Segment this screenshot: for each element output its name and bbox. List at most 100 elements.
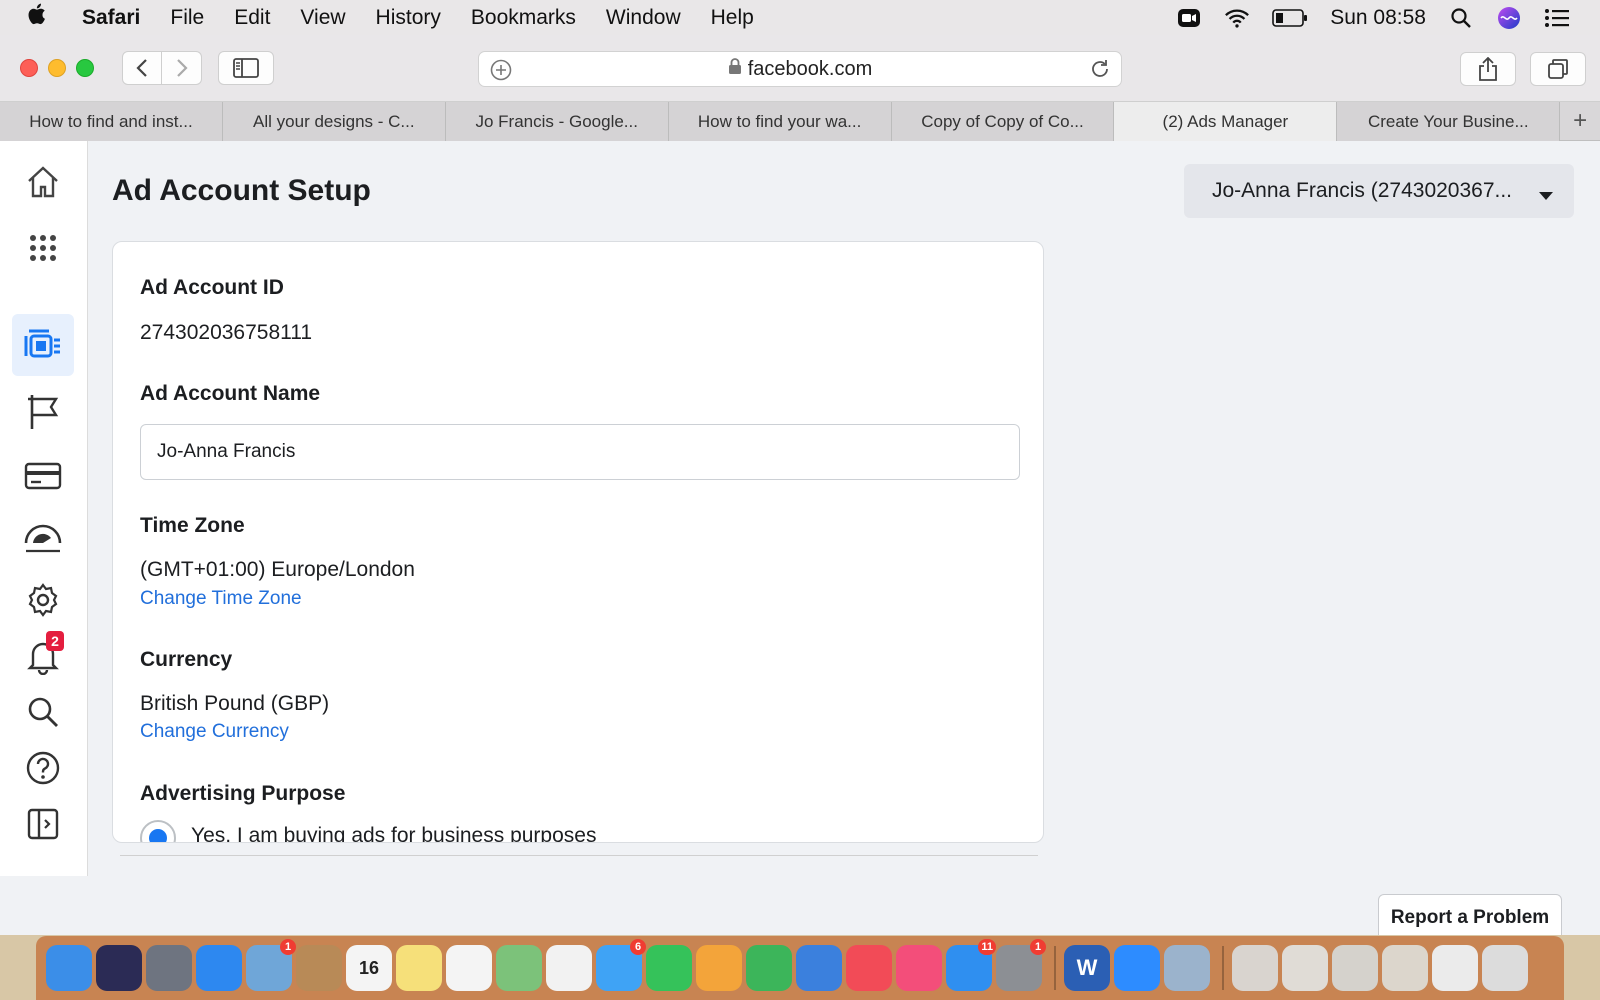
menu-file[interactable]: File — [170, 6, 204, 30]
menu-history[interactable]: History — [376, 6, 441, 30]
browser-tab[interactable]: How to find your wa... — [668, 102, 892, 141]
left-navigation: 2 — [0, 141, 88, 876]
safari-toolbar: facebook.com — [0, 35, 1600, 102]
pages-icon[interactable] — [696, 945, 742, 991]
keynote-icon[interactable] — [796, 945, 842, 991]
apple-menu-icon[interactable] — [26, 2, 68, 33]
menubar-clock[interactable]: Sun 08:58 — [1330, 6, 1426, 30]
launchpad-icon[interactable] — [146, 945, 192, 991]
siri-icon[interactable] — [1496, 6, 1522, 29]
chevron-left-icon — [136, 59, 147, 77]
add-bookmark-icon[interactable] — [489, 58, 513, 88]
dock-badge: 1 — [1030, 939, 1046, 955]
ad-account-selector[interactable]: Jo-Anna Francis (2743020367... — [1184, 164, 1574, 218]
close-window-button[interactable] — [20, 59, 38, 77]
collapse-panel-icon — [27, 808, 59, 840]
news-icon[interactable] — [846, 945, 892, 991]
browser-tab[interactable]: All your designs - C... — [222, 102, 446, 141]
address-bar[interactable]: facebook.com — [478, 51, 1122, 87]
preview-icon[interactable] — [1164, 945, 1210, 991]
new-tab-button[interactable]: + — [1560, 102, 1600, 140]
nav-settings[interactable] — [12, 569, 74, 631]
menu-edit[interactable]: Edit — [234, 6, 270, 30]
screenshot-thumb-2-icon[interactable] — [1282, 945, 1328, 991]
control-center-icon[interactable] — [1544, 7, 1570, 29]
browser-tab[interactable]: Copy of Copy of Co... — [891, 102, 1115, 141]
sidebar-toggle-button[interactable] — [218, 51, 274, 85]
nav-ads-manager[interactable] — [12, 314, 74, 376]
history-nav — [122, 51, 202, 85]
zoom-icon[interactable] — [1114, 945, 1160, 991]
report-problem-button[interactable]: Report a Problem — [1378, 894, 1562, 935]
nav-collapse[interactable] — [12, 793, 74, 855]
safari-icon[interactable] — [196, 945, 242, 991]
browser-tab[interactable]: Jo Francis - Google... — [445, 102, 669, 141]
menu-app-name[interactable]: Safari — [82, 6, 140, 30]
siri-icon[interactable] — [96, 945, 142, 991]
music-icon[interactable] — [896, 945, 942, 991]
notes-icon[interactable] — [396, 945, 442, 991]
calendar-icon[interactable]: 16 — [346, 945, 392, 991]
system-preferences-icon[interactable]: 1 — [996, 939, 1046, 991]
nav-all-tools[interactable] — [12, 217, 74, 279]
battery-icon[interactable] — [1272, 7, 1308, 29]
screenshot-thumb-1-icon[interactable] — [1232, 945, 1278, 991]
menu-view[interactable]: View — [300, 6, 345, 30]
facetime-icon[interactable] — [646, 945, 692, 991]
tab-overview-button[interactable] — [1530, 52, 1586, 86]
zoom-video-icon[interactable] — [1176, 7, 1202, 29]
ads-manager-icon — [24, 329, 60, 358]
change-currency-link[interactable]: Change Currency — [140, 721, 289, 743]
nav-help[interactable] — [12, 737, 74, 799]
calendar-glyph: 16 — [358, 957, 380, 978]
browser-tab[interactable]: How to find and inst... — [0, 102, 223, 141]
photos-icon[interactable] — [546, 945, 592, 991]
ad-account-name-input[interactable] — [140, 424, 1020, 480]
finder-icon[interactable] — [46, 945, 92, 991]
nav-search[interactable] — [12, 681, 74, 743]
share-icon — [1479, 57, 1497, 81]
url-text: facebook.com — [747, 57, 873, 80]
mail-icon[interactable]: 1 — [246, 939, 296, 991]
messages-icon[interactable]: 6 — [596, 939, 646, 991]
nav-billing[interactable] — [12, 445, 74, 507]
nav-home[interactable] — [12, 151, 74, 213]
numbers-icon[interactable] — [746, 945, 792, 991]
maps-icon[interactable] — [496, 945, 542, 991]
nav-pages[interactable] — [12, 381, 74, 443]
currency-value: British Pound (GBP) — [140, 692, 330, 715]
share-button[interactable] — [1460, 52, 1516, 86]
dock-separator — [1054, 946, 1056, 990]
menu-bookmarks[interactable]: Bookmarks — [471, 6, 576, 30]
back-button[interactable] — [122, 51, 162, 85]
content-divider — [120, 855, 1038, 856]
help-icon — [26, 751, 60, 785]
reload-icon[interactable] — [1089, 58, 1111, 86]
events-manager-icon — [24, 524, 62, 553]
menu-window[interactable]: Window — [606, 6, 681, 30]
currency-label: Currency — [140, 648, 233, 671]
screenshot-thumb-5-icon[interactable] — [1432, 945, 1478, 991]
business-purpose-radio-label[interactable]: Yes, I am buying ads for business purpos… — [191, 824, 596, 842]
browser-tab[interactable]: Create Your Busine... — [1337, 102, 1561, 141]
wifi-icon[interactable] — [1224, 7, 1250, 29]
menu-help[interactable]: Help — [711, 6, 754, 30]
browser-tab-active[interactable]: (2) Ads Manager — [1114, 102, 1338, 141]
screenshot-thumb-4-icon[interactable] — [1382, 945, 1428, 991]
fullscreen-window-button[interactable] — [76, 59, 94, 77]
screenshot-thumb-3-icon[interactable] — [1332, 945, 1378, 991]
word-icon[interactable]: W — [1064, 945, 1110, 991]
home-icon — [28, 166, 58, 198]
forward-button[interactable] — [162, 51, 202, 85]
contacts-icon[interactable] — [296, 945, 342, 991]
tab-bar: How to find and inst... All your designs… — [0, 102, 1600, 141]
minimize-window-button[interactable] — [48, 59, 66, 77]
business-purpose-radio[interactable] — [140, 820, 176, 842]
trash-icon[interactable] — [1482, 945, 1528, 991]
reminders-icon[interactable] — [446, 945, 492, 991]
spotlight-search-icon[interactable] — [1448, 7, 1474, 29]
nav-events-manager[interactable] — [12, 507, 74, 569]
nav-notifications[interactable]: 2 — [12, 625, 74, 687]
change-time-zone-link[interactable]: Change Time Zone — [140, 588, 302, 610]
app-store-icon[interactable]: 11 — [946, 939, 996, 991]
